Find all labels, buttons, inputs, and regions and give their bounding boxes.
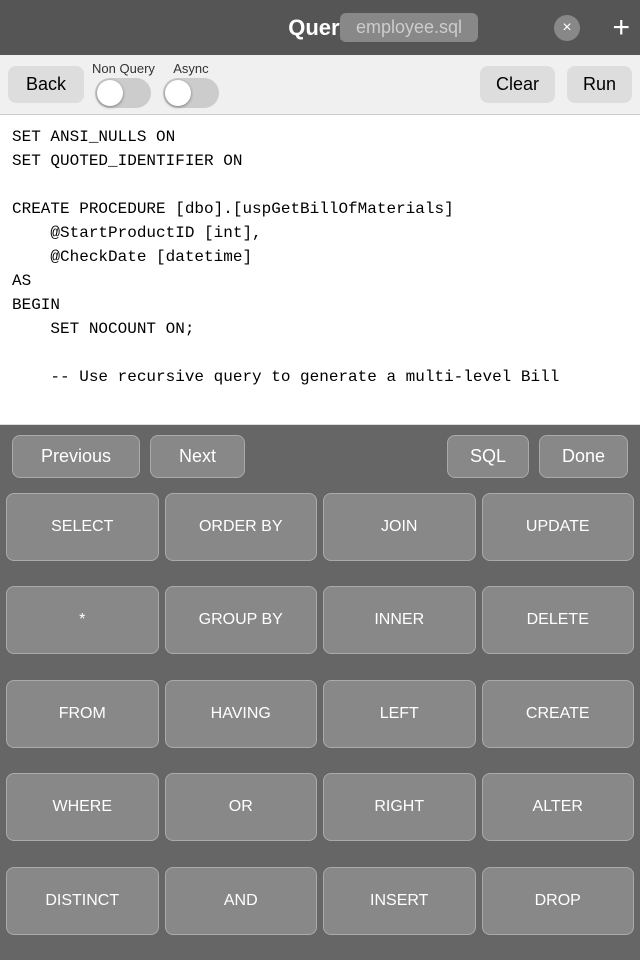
keyword-button-alter[interactable]: ALTER: [482, 773, 635, 841]
keyword-button-*[interactable]: *: [6, 586, 159, 654]
non-query-toggle[interactable]: [95, 78, 151, 108]
keyword-button-from[interactable]: FROM: [6, 680, 159, 748]
keyword-button-distinct[interactable]: DISTINCT: [6, 867, 159, 935]
keyword-button-update[interactable]: UPDATE: [482, 493, 635, 561]
keyword-button-create[interactable]: CREATE: [482, 680, 635, 748]
keyword-button-order-by[interactable]: ORDER BY: [165, 493, 318, 561]
async-toggle[interactable]: [163, 78, 219, 108]
async-label: Async: [173, 61, 208, 76]
code-editor[interactable]: SET ANSI_NULLS ON SET QUOTED_IDENTIFIER …: [0, 115, 640, 425]
keyword-button-and[interactable]: AND: [165, 867, 318, 935]
keyword-button-join[interactable]: JOIN: [323, 493, 476, 561]
clear-button[interactable]: Clear: [480, 66, 555, 103]
previous-button[interactable]: Previous: [12, 435, 140, 478]
done-button[interactable]: Done: [539, 435, 628, 478]
next-button[interactable]: Next: [150, 435, 245, 478]
keywords-grid: SELECTORDER BYJOINUPDATE *GROUP BYINNERDE…: [0, 487, 640, 960]
keyword-button-delete[interactable]: DELETE: [482, 586, 635, 654]
keyword-button-or[interactable]: OR: [165, 773, 318, 841]
non-query-label: Non Query: [92, 61, 155, 76]
non-query-toggle-group: Non Query: [92, 61, 155, 108]
keyword-button-insert[interactable]: INSERT: [323, 867, 476, 935]
header-bar: Query × employee.sql +: [0, 0, 640, 55]
add-tab-button[interactable]: +: [612, 13, 630, 43]
keyword-button-drop[interactable]: DROP: [482, 867, 635, 935]
async-knob: [165, 80, 191, 106]
non-query-knob: [97, 80, 123, 106]
keyword-button-select[interactable]: SELECT: [6, 493, 159, 561]
toolbar: Back Non Query Async Clear Run: [0, 55, 640, 115]
sql-button[interactable]: SQL: [447, 435, 529, 478]
tab-employee-sql[interactable]: employee.sql: [340, 13, 478, 42]
keyword-button-right[interactable]: RIGHT: [323, 773, 476, 841]
close-tab-button[interactable]: ×: [554, 15, 580, 41]
back-button[interactable]: Back: [8, 66, 84, 103]
keyword-button-having[interactable]: HAVING: [165, 680, 318, 748]
run-button[interactable]: Run: [567, 66, 632, 103]
keyword-button-inner[interactable]: INNER: [323, 586, 476, 654]
keyword-button-left[interactable]: LEFT: [323, 680, 476, 748]
keyword-button-where[interactable]: WHERE: [6, 773, 159, 841]
keyword-button-group-by[interactable]: GROUP BY: [165, 586, 318, 654]
nav-bar: Previous Next SQL Done: [0, 425, 640, 487]
async-toggle-group: Async: [163, 61, 219, 108]
